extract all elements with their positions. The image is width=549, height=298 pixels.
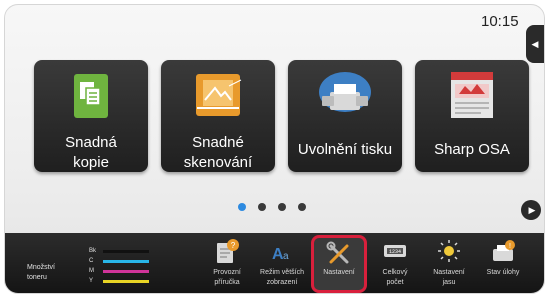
svg-text:1234: 1234	[389, 249, 401, 255]
side-panel-toggle[interactable]: ◀	[526, 25, 544, 63]
shortcut-label: Režim větších zobrazení	[260, 269, 304, 286]
toner-bar-c	[103, 259, 149, 263]
svg-text:?: ?	[231, 241, 236, 250]
page-dot-3[interactable]	[278, 203, 286, 211]
toner-channel: Bk	[89, 248, 97, 254]
toner-bar-m	[103, 269, 149, 273]
brightness-icon	[438, 240, 460, 262]
counter-icon: 1234	[384, 245, 406, 257]
manual-icon: ?	[217, 239, 239, 263]
clock: 10:15	[481, 13, 519, 30]
tile-easy-scan[interactable]: Snadné skenování	[161, 60, 275, 172]
print-release-icon	[319, 72, 371, 112]
shortcut-label: Celkový počet	[382, 269, 408, 286]
toner-row-c: C	[89, 258, 149, 264]
next-page-button[interactable]: ▶	[521, 200, 541, 220]
page-dot-2[interactable]	[258, 203, 266, 211]
shortcut-brightness[interactable]: Nastavení jasu	[421, 235, 477, 293]
tile-sharp-osa[interactable]: Sharp OSA	[415, 60, 529, 172]
shortcut-job-status[interactable]: ! Stav úlohy	[475, 235, 531, 293]
toner-bar-bk	[103, 249, 149, 253]
shortcut-large-display[interactable]: A a Režim větších zobrazení	[254, 235, 310, 293]
shortcut-operation-manual[interactable]: ? Provozní příručka	[199, 235, 255, 293]
toner-channel: C	[89, 258, 94, 264]
toner-row-bk: Bk	[89, 248, 149, 254]
scanner-icon	[196, 74, 242, 116]
chevron-right-icon: ▶	[528, 204, 536, 215]
toner-channel: Y	[89, 278, 94, 284]
tile-label: Sharp OSA	[434, 141, 510, 158]
shortcut-label: Provozní příručka	[213, 269, 241, 286]
page-dot-1[interactable]	[238, 203, 246, 211]
toner-bar-y	[103, 279, 149, 283]
chevron-left-icon: ◀	[531, 38, 539, 49]
shortcut-label: Stav úlohy	[486, 269, 520, 276]
tile-label: Snadná kopie	[65, 134, 117, 171]
svg-text:!: !	[509, 243, 511, 250]
tile-print-release[interactable]: Uvolnění tisku	[288, 60, 402, 172]
toner-channel: M	[89, 268, 94, 274]
job-status-icon: !	[493, 240, 515, 261]
page-indicator	[238, 203, 306, 211]
shortcut-total-count[interactable]: 1234 Celkový počet	[367, 235, 423, 293]
shortcut-label: Nastavení jasu	[433, 269, 465, 286]
shortcut-settings[interactable]: Nastavení	[311, 235, 367, 293]
toner-row-m: M	[89, 268, 149, 274]
toner-level-label: Množství toneru	[27, 264, 56, 281]
copy-icon	[74, 74, 108, 118]
tools-icon	[326, 241, 349, 264]
home-screen: 10:15 ◀ Snadná kopie Snadné skenování Uv…	[4, 4, 545, 294]
large-text-icon: A a	[272, 246, 289, 263]
tile-label: Uvolnění tisku	[297, 141, 393, 158]
tile-label: Snadné skenování	[183, 134, 253, 171]
tile-easy-copy[interactable]: Snadná kopie	[34, 60, 148, 172]
toner-row-y: Y	[89, 278, 149, 284]
svg-text:a: a	[283, 251, 289, 262]
page-dot-4[interactable]	[298, 203, 306, 211]
shortcut-label: Nastavení	[323, 269, 355, 276]
sharp-osa-icon	[451, 72, 493, 118]
